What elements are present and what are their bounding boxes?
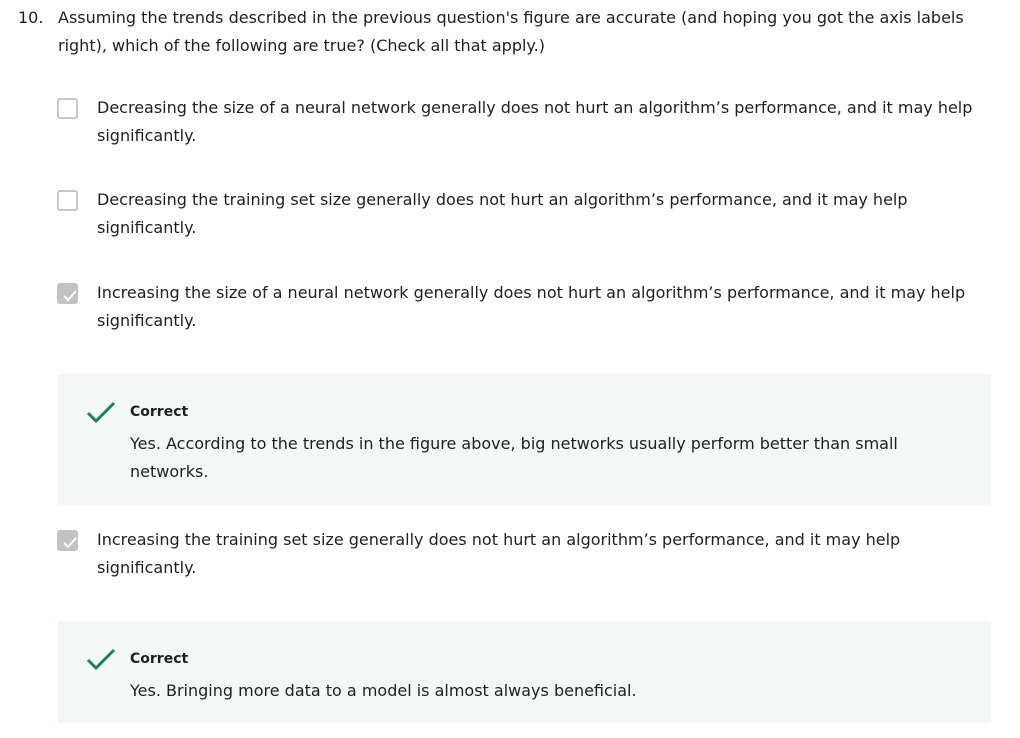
checkbox[interactable]: [57, 98, 78, 119]
feedback-text: Yes. According to the trends in the figu…: [130, 434, 898, 481]
question: 10. Assuming the trends described in the…: [18, 4, 988, 60]
question-text: Assuming the trends described in the pre…: [58, 8, 964, 55]
feedback-text: Yes. Bringing more data to a model is al…: [130, 681, 637, 700]
feedback-title: Correct: [130, 651, 189, 667]
option-3[interactable]: Increasing the size of a neural network …: [57, 279, 977, 335]
option-label: Increasing the size of a neural network …: [97, 283, 966, 330]
checkbox[interactable]: [57, 190, 78, 211]
question-number: 10.: [18, 8, 44, 27]
check-icon: [86, 648, 116, 671]
feedback-correct: Correct Yes. Bringing more data to a mod…: [58, 621, 991, 723]
check-icon: [86, 401, 116, 424]
checkmark-icon: [63, 290, 77, 302]
checkmark-icon: [63, 537, 77, 549]
option-label: Increasing the training set size general…: [97, 530, 901, 577]
checkbox-checked[interactable]: [57, 283, 78, 304]
option-label: Decreasing the training set size general…: [97, 190, 908, 237]
option-2[interactable]: Decreasing the training set size general…: [57, 186, 977, 242]
option-4[interactable]: Increasing the training set size general…: [57, 526, 977, 582]
option-1[interactable]: Decreasing the size of a neural network …: [57, 94, 977, 150]
feedback-title: Correct: [130, 404, 189, 420]
feedback-correct: Correct Yes. According to the trends in …: [58, 374, 991, 505]
checkbox-checked[interactable]: [57, 530, 78, 551]
option-label: Decreasing the size of a neural network …: [97, 98, 973, 145]
